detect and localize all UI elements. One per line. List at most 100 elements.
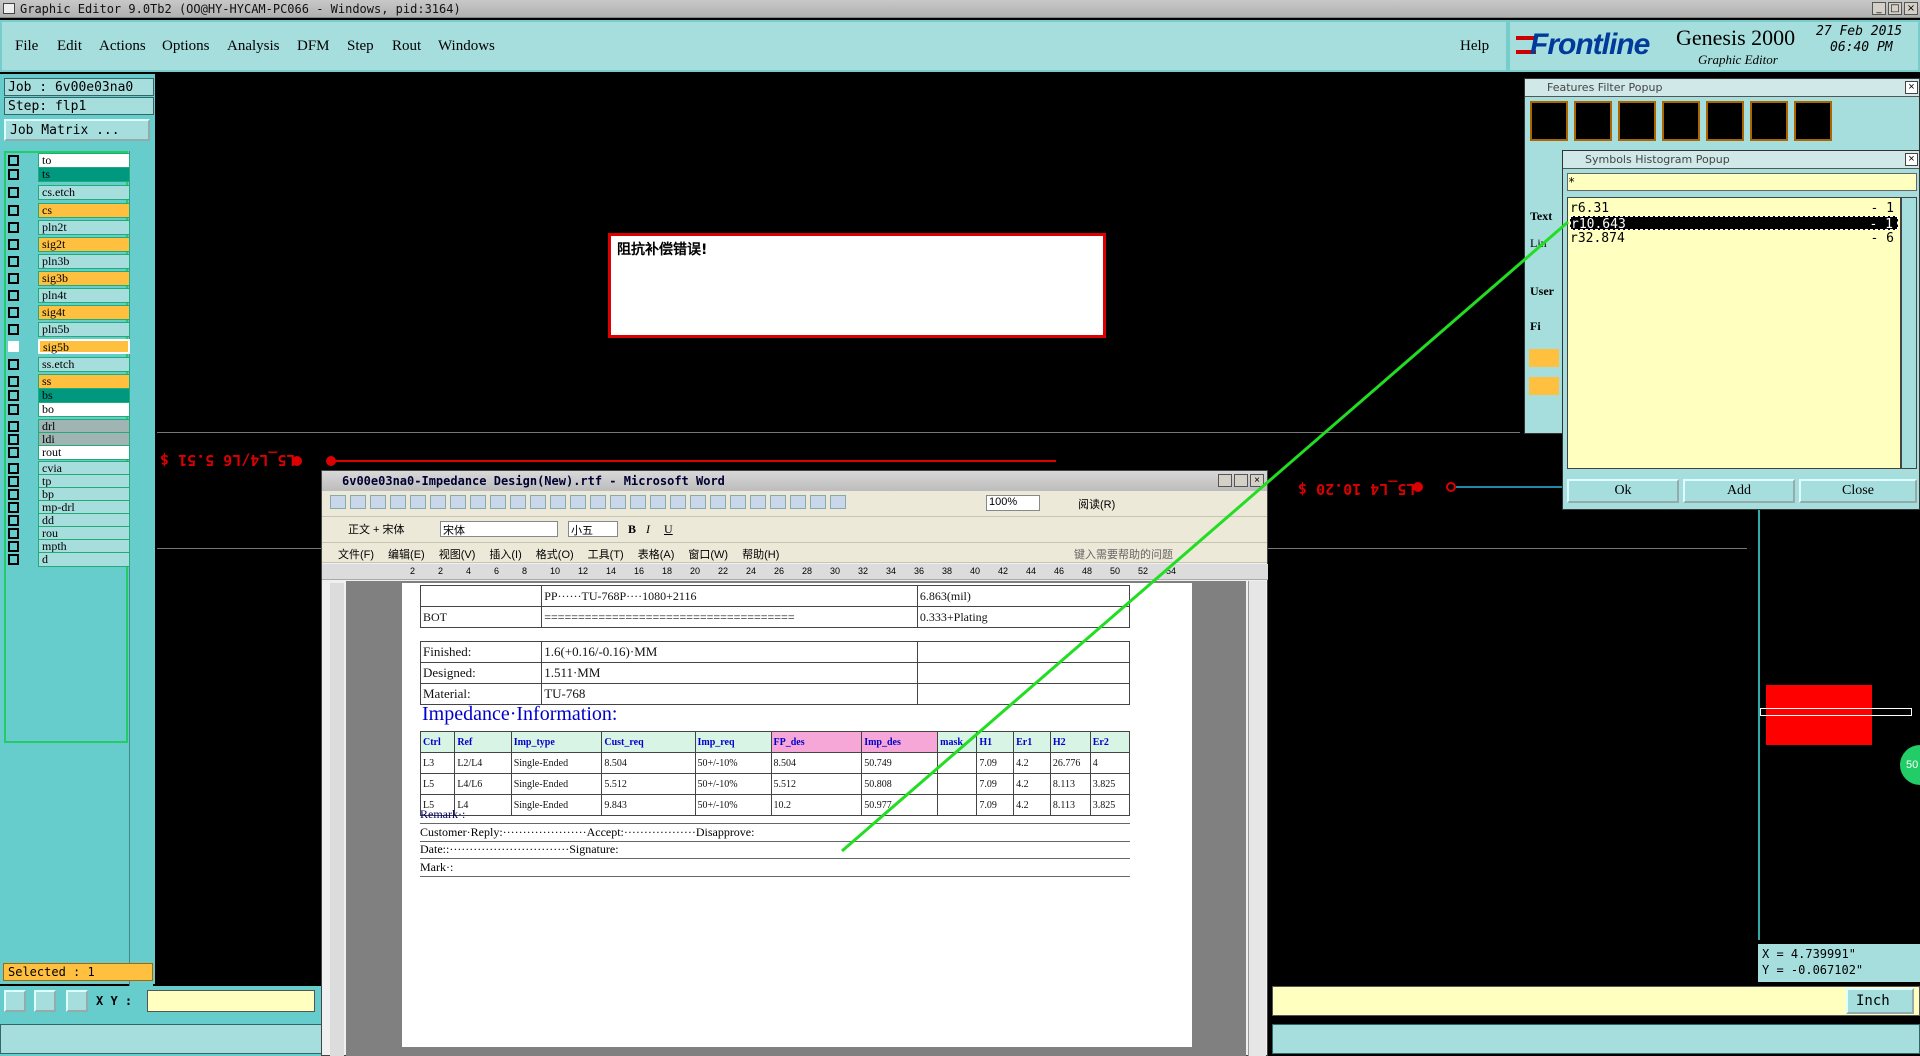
layer-checkbox[interactable] (8, 324, 19, 335)
xy-input[interactable] (147, 990, 315, 1012)
layer-checkbox[interactable] (8, 390, 19, 401)
grid-button[interactable] (66, 990, 88, 1012)
menu-file[interactable]: File (15, 38, 38, 55)
font-select[interactable]: 宋体 (440, 521, 558, 537)
layer-row-sig3b[interactable]: sig3b (8, 271, 130, 286)
layer-checkbox[interactable] (8, 341, 19, 352)
layer-checkbox[interactable] (8, 205, 19, 216)
word-menu-item[interactable]: 工具(T) (588, 549, 624, 561)
zoom-area-button[interactable] (34, 990, 56, 1012)
layer-name[interactable]: sig5b (38, 339, 130, 354)
layer-row-pln3b[interactable]: pln3b (8, 254, 130, 269)
layer-checkbox[interactable] (8, 554, 19, 565)
layer-row-cs.etch[interactable]: cs.etch (8, 185, 130, 200)
menu-actions[interactable]: Actions (99, 38, 146, 55)
zoom-fit-button[interactable] (4, 990, 26, 1012)
word-close-icon[interactable]: × (1250, 474, 1264, 487)
layer-row-bs[interactable]: bs (8, 388, 130, 403)
layer-row-sig2t[interactable]: sig2t (8, 237, 130, 252)
layer-checkbox[interactable] (8, 239, 19, 250)
layer-row-pln4t[interactable]: pln4t (8, 288, 130, 303)
layer-checkbox[interactable] (8, 434, 19, 445)
layer-checkbox[interactable] (8, 155, 19, 166)
layer-checkbox[interactable] (8, 376, 19, 387)
layer-checkbox[interactable] (8, 489, 19, 500)
layer-name[interactable]: bo (38, 402, 130, 417)
style-select[interactable]: 正文 + 宋体 (348, 521, 432, 537)
layer-row-rout[interactable]: rout (8, 445, 130, 460)
symbol-row[interactable]: r6.31 - 1 (1570, 201, 1898, 216)
negative-filter-icon[interactable] (1794, 101, 1832, 141)
pad-filter-icon[interactable] (1574, 101, 1612, 141)
layer-checkbox[interactable] (8, 273, 19, 284)
symbol-filter-input[interactable] (1567, 173, 1917, 191)
menu-edit[interactable]: Edit (57, 38, 82, 55)
symbol-list-scrollbar[interactable] (1901, 197, 1917, 469)
layer-name[interactable]: cs (38, 203, 130, 218)
surface-filter-icon[interactable] (1618, 101, 1656, 141)
layer-checkbox[interactable] (8, 528, 19, 539)
maximize-icon[interactable]: □ (1888, 2, 1902, 15)
layer-checkbox[interactable] (8, 222, 19, 233)
layer-checkbox[interactable] (8, 169, 19, 180)
layer-name[interactable]: d (38, 552, 130, 567)
word-menu-item[interactable]: 表格(A) (638, 549, 675, 561)
bold-button[interactable]: B (628, 522, 636, 537)
menu-help[interactable]: Help (1460, 38, 1489, 55)
word-menu-item[interactable]: 格式(O) (536, 549, 574, 561)
menu-step[interactable]: Step (347, 38, 374, 55)
layer-name[interactable]: pln4t (38, 288, 130, 303)
layer-row-ss.etch[interactable]: ss.etch (8, 357, 130, 372)
layer-row-cs[interactable]: cs (8, 203, 130, 218)
symbol-row[interactable]: r32.874 - 6 (1570, 231, 1898, 246)
layer-row-ts[interactable]: ts (8, 167, 130, 182)
layer-checkbox[interactable] (8, 187, 19, 198)
close-button[interactable]: Close (1799, 479, 1917, 503)
layer-name[interactable]: pln2t (38, 220, 130, 235)
layer-checkbox[interactable] (8, 421, 19, 432)
layer-checkbox[interactable] (8, 463, 19, 474)
layer-checkbox[interactable] (8, 502, 19, 513)
layer-row-d[interactable]: d (8, 552, 130, 567)
word-menu-item[interactable]: 插入(I) (489, 549, 521, 561)
layer-row-to[interactable]: to (8, 153, 130, 168)
symbol-list[interactable]: r6.31 - 1 r10.643 - 1 r32.874 - 6 (1567, 197, 1901, 469)
layer-checkbox[interactable] (8, 476, 19, 487)
toolbar-icons[interactable] (328, 491, 988, 515)
layer-row-sig4t[interactable]: sig4t (8, 305, 130, 320)
word-maximize-icon[interactable] (1234, 474, 1248, 487)
layer-name[interactable]: ss.etch (38, 357, 130, 372)
menu-options[interactable]: Options (162, 38, 210, 55)
layer-name[interactable]: bs (38, 388, 130, 403)
layer-row-pln5b[interactable]: pln5b (8, 322, 130, 337)
layer-row-ss[interactable]: ss (8, 374, 130, 389)
word-menu-item[interactable]: 文件(F) (338, 549, 374, 561)
minimize-icon[interactable]: _ (1872, 2, 1886, 15)
popup-close-icon[interactable]: × (1905, 81, 1918, 94)
layer-name[interactable]: rout (38, 445, 130, 460)
italic-button[interactable]: I (646, 522, 650, 537)
menu-windows[interactable]: Windows (438, 38, 495, 55)
menu-rout[interactable]: Rout (392, 38, 421, 55)
read-button[interactable]: 阅读(R) (1078, 496, 1115, 512)
zoom-select[interactable]: 100% (986, 495, 1040, 511)
underline-button[interactable]: U (664, 522, 673, 537)
layer-checkbox[interactable] (8, 290, 19, 301)
layer-checkbox[interactable] (8, 447, 19, 458)
layer-name[interactable]: sig3b (38, 271, 130, 286)
add-button[interactable]: Add (1683, 479, 1795, 503)
layer-checkbox[interactable] (8, 307, 19, 318)
layer-checkbox[interactable] (8, 256, 19, 267)
job-matrix-button[interactable]: Job Matrix ... (4, 119, 150, 141)
word-minimize-icon[interactable] (1218, 474, 1232, 487)
size-select[interactable]: 小五 (568, 521, 618, 537)
layer-checkbox[interactable] (8, 404, 19, 415)
layer-checkbox[interactable] (8, 359, 19, 370)
word-vscroll[interactable] (1248, 581, 1266, 1056)
layer-name[interactable]: to (38, 153, 130, 168)
layer-checkbox[interactable] (8, 541, 19, 552)
layer-name[interactable]: ss (38, 374, 130, 389)
layer-name[interactable]: pln3b (38, 254, 130, 269)
help-prompt[interactable]: 键入需要帮助的问题 (1074, 546, 1173, 562)
close-icon[interactable]: × (1904, 2, 1918, 15)
